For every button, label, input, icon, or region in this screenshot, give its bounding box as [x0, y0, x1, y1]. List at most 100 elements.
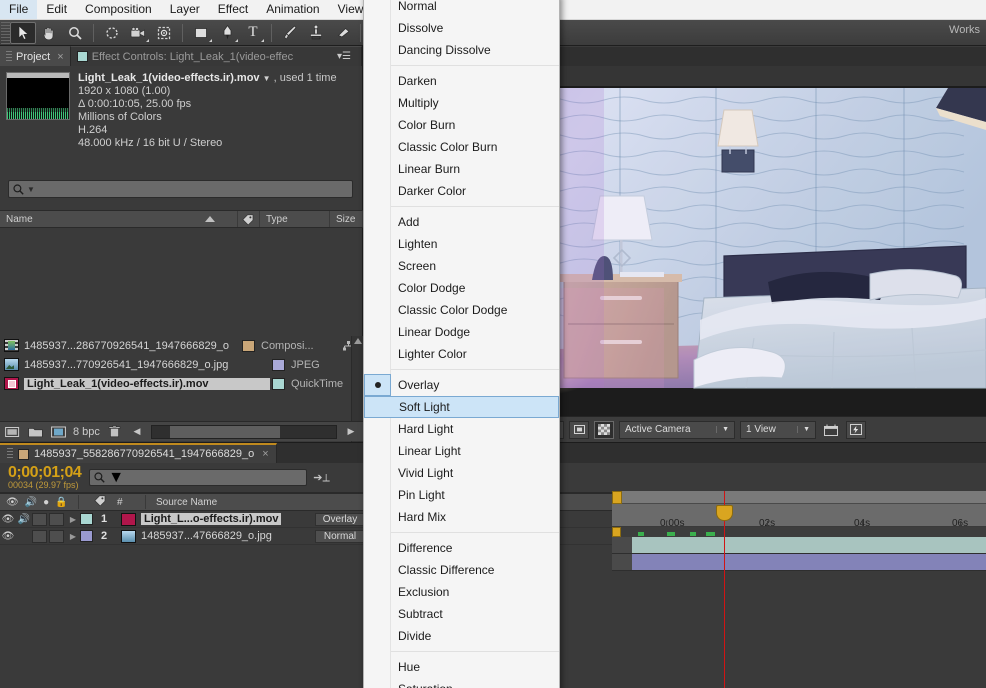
- horizontal-scrollbar[interactable]: [150, 424, 337, 439]
- workspace-label[interactable]: Works: [949, 24, 980, 36]
- work-area-start-handle[interactable]: [612, 491, 622, 504]
- layer-expand-triangle-icon[interactable]: ▶: [66, 515, 80, 524]
- menu-item-screen[interactable]: Screen: [364, 255, 559, 277]
- delete-button[interactable]: [106, 424, 123, 439]
- panel-menu-icon[interactable]: ▾☰: [333, 51, 355, 62]
- type-tool[interactable]: T: [240, 22, 266, 44]
- blending-mode-menu[interactable]: Normal Dissolve Dancing Dissolve Darken Mult…: [363, 0, 560, 688]
- clone-stamp-tool[interactable]: [303, 22, 329, 44]
- new-folder-button[interactable]: [27, 424, 44, 439]
- toggle-transparency-button[interactable]: [594, 420, 614, 439]
- menu-item-linear-burn[interactable]: Linear Burn: [364, 158, 559, 180]
- menu-item-multiply[interactable]: Multiply: [364, 92, 559, 114]
- layer-lock-box[interactable]: [49, 529, 64, 543]
- layer-visibility-icon[interactable]: 👁: [0, 531, 16, 542]
- toggle-pixel-aspect-button[interactable]: [821, 421, 841, 439]
- shape-tool[interactable]: [188, 22, 214, 44]
- menu-animation[interactable]: Animation: [257, 0, 328, 19]
- menu-layer[interactable]: Layer: [161, 0, 209, 19]
- column-label[interactable]: [238, 211, 260, 227]
- eye-icon[interactable]: 👁: [6, 497, 19, 508]
- menu-item-classic-color-burn[interactable]: Classic Color Burn: [364, 136, 559, 158]
- menu-item-linear-light[interactable]: Linear Light: [364, 440, 559, 462]
- pen-tool[interactable]: [214, 22, 240, 44]
- menu-item-lighter-color[interactable]: Lighter Color: [364, 343, 559, 365]
- layer-label-swatch[interactable]: [80, 513, 93, 525]
- column-type[interactable]: Type: [260, 211, 330, 227]
- menu-item-soft-light[interactable]: Soft Light: [364, 396, 559, 418]
- menu-item-normal[interactable]: Normal: [364, 0, 559, 17]
- column-name[interactable]: Name: [0, 211, 238, 227]
- layer-expand-triangle-icon[interactable]: ▶: [66, 532, 80, 541]
- menu-item-color-burn[interactable]: Color Burn: [364, 114, 559, 136]
- camera-tool[interactable]: [125, 22, 151, 44]
- menu-item-classic-color-dodge[interactable]: Classic Color Dodge: [364, 299, 559, 321]
- layer-blending-mode[interactable]: Overlay: [315, 512, 365, 526]
- audio-icon[interactable]: 🔊: [25, 497, 37, 508]
- menu-item-divide[interactable]: Divide: [364, 625, 559, 647]
- layer-2-clip[interactable]: [632, 554, 986, 570]
- menu-item-exclusion[interactable]: Exclusion: [364, 581, 559, 603]
- selection-tool[interactable]: [10, 21, 36, 44]
- menu-item-darken[interactable]: Darken: [364, 70, 559, 92]
- lock-icon[interactable]: 🔒: [55, 497, 67, 508]
- menu-item-dissolve[interactable]: Dissolve: [364, 17, 559, 39]
- chevron-down-icon[interactable]: ▼: [263, 74, 271, 83]
- menu-item-classic-difference[interactable]: Classic Difference: [364, 559, 559, 581]
- tab-project[interactable]: Project ×: [0, 46, 71, 66]
- scrollbar-thumb[interactable]: [169, 425, 281, 438]
- bit-depth-label[interactable]: 8 bpc: [73, 426, 100, 438]
- menu-edit[interactable]: Edit: [37, 0, 76, 19]
- layer-solo-box[interactable]: [32, 529, 47, 543]
- scroll-left-button[interactable]: ◀: [129, 426, 145, 437]
- zoom-tool[interactable]: [62, 22, 88, 44]
- view-layout-dropdown[interactable]: 1 View ▼: [740, 420, 816, 439]
- brush-tool[interactable]: [277, 22, 303, 44]
- time-indicator-handle[interactable]: [716, 505, 733, 521]
- layer-2-track[interactable]: [612, 554, 986, 571]
- tab-effect-controls[interactable]: Effect Controls: Light_Leak_1(video-effe…: [70, 46, 362, 66]
- menu-item-vivid-light[interactable]: Vivid Light: [364, 462, 559, 484]
- menu-item-saturation[interactable]: Saturation: [364, 678, 559, 688]
- tab-timeline-composition[interactable]: 1485937_558286770926541_1947666829_o ×: [0, 443, 277, 463]
- menu-item-lighten[interactable]: Lighten: [364, 233, 559, 255]
- chevron-down-icon[interactable]: ▼: [108, 469, 124, 487]
- rotation-tool[interactable]: [99, 22, 125, 44]
- layer-lock-box[interactable]: [49, 512, 64, 526]
- layer-visibility-icon[interactable]: 👁: [0, 514, 16, 525]
- label-color-swatch[interactable]: [242, 339, 255, 352]
- menu-composition[interactable]: Composition: [76, 0, 161, 19]
- menu-item-hue[interactable]: Hue: [364, 656, 559, 678]
- timeline-search-input[interactable]: ▼: [89, 469, 308, 487]
- menu-item-hard-mix[interactable]: Hard Mix: [364, 506, 559, 528]
- camera-view-dropdown[interactable]: Active Camera ▼: [619, 420, 735, 439]
- scroll-right-button[interactable]: ▶: [343, 426, 359, 437]
- label-color-swatch[interactable]: [272, 358, 285, 371]
- menu-item-overlay[interactable]: Overlay: [364, 374, 559, 396]
- project-file-row[interactable]: Light_Leak_1(video-effects.ir).mov QuickT…: [0, 374, 363, 393]
- work-area-bar[interactable]: [612, 491, 986, 504]
- pan-behind-tool[interactable]: [151, 22, 177, 44]
- solo-icon[interactable]: ●: [43, 497, 49, 508]
- composition-mini-flowchart-icon[interactable]: ➔⟂: [313, 471, 330, 485]
- menu-item-color-dodge[interactable]: Color Dodge: [364, 277, 559, 299]
- menu-item-pin-light[interactable]: Pin Light: [364, 484, 559, 506]
- menu-item-subtract[interactable]: Subtract: [364, 603, 559, 625]
- current-time-display[interactable]: 0;00;01;04 00034 (29.97 fps): [0, 465, 82, 491]
- project-file-row[interactable]: 1485937...286770926541_1947666829_o Compo…: [0, 336, 363, 355]
- toolbar-grip[interactable]: [1, 21, 10, 44]
- column-size[interactable]: Size: [330, 211, 363, 227]
- project-file-row[interactable]: 1485937...770926541_1947666829_o.jpg JPEG: [0, 355, 363, 374]
- menu-item-hard-light[interactable]: Hard Light: [364, 418, 559, 440]
- region-of-interest-button[interactable]: [569, 420, 589, 439]
- layer-blending-mode[interactable]: Normal: [315, 529, 365, 543]
- layer-label-swatch[interactable]: [80, 530, 93, 542]
- layer-solo-box[interactable]: [32, 512, 47, 526]
- work-area-marker[interactable]: [612, 527, 621, 537]
- project-search-input[interactable]: ▼: [8, 180, 353, 198]
- menu-effect[interactable]: Effect: [209, 0, 257, 19]
- project-settings-button[interactable]: [50, 424, 67, 439]
- close-icon[interactable]: ×: [57, 51, 63, 63]
- new-composition-button[interactable]: [4, 424, 21, 439]
- menu-item-dancing-dissolve[interactable]: Dancing Dissolve: [364, 39, 559, 61]
